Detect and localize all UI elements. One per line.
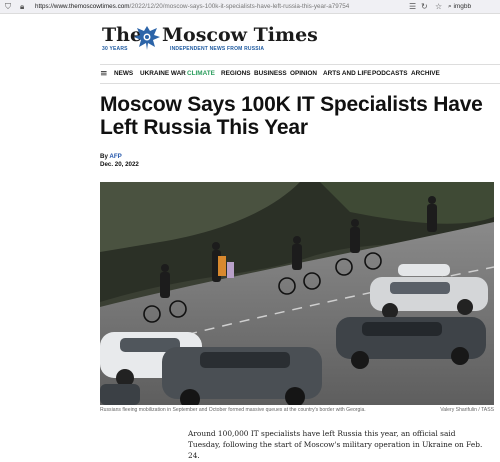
search-icon: ⌕ bbox=[448, 2, 452, 10]
nav-item-ukraine-war[interactable]: UKRAINE WAR bbox=[140, 65, 186, 83]
reader-view-icon[interactable]: ☰ bbox=[409, 1, 416, 12]
hamburger-menu-icon[interactable]: ≡ bbox=[100, 65, 108, 83]
browser-toolbar: ⛉ 🔒︎ https://www.themoscowtimes.com/2022… bbox=[0, 0, 500, 14]
logo-years: 30 YEARS bbox=[102, 46, 128, 52]
main-nav: ≡ NEWS UKRAINE WAR CLIMATE REGIONS BUSIN… bbox=[100, 64, 500, 84]
border-queue-photo bbox=[100, 182, 494, 405]
star-icon[interactable]: ☆ bbox=[435, 1, 442, 12]
logo-name: Moscow Times bbox=[162, 24, 318, 46]
shield-icon[interactable]: ⛉ bbox=[5, 1, 11, 12]
nav-item-opinion[interactable]: OPINION bbox=[290, 65, 317, 83]
nav-item-podcasts[interactable]: PODCASTS bbox=[372, 65, 408, 83]
search-text: imgbb bbox=[453, 3, 472, 10]
article-photo bbox=[100, 182, 494, 405]
address-bar[interactable]: https://www.themoscowtimes.com/2022/12/2… bbox=[35, 0, 349, 13]
byline: By AFP bbox=[100, 153, 122, 160]
publish-date: Dec. 20, 2022 bbox=[100, 161, 139, 168]
lock-icon[interactable]: 🔒︎ bbox=[20, 1, 24, 12]
nav-item-news[interactable]: NEWS bbox=[114, 65, 133, 83]
reload-icon[interactable]: ↻ bbox=[421, 1, 428, 12]
photo-credit: Valery Sharifulin / TASS bbox=[440, 407, 494, 413]
url-path: /2022/12/20/moscow-says-100k-it-speciali… bbox=[129, 3, 350, 10]
nav-item-climate[interactable]: CLIMATE bbox=[187, 65, 215, 83]
author-link[interactable]: AFP bbox=[109, 153, 121, 160]
nav-item-business[interactable]: BUSINESS bbox=[254, 65, 287, 83]
byline-prefix: By bbox=[100, 153, 108, 160]
url-host: https://www.themoscowtimes.com bbox=[35, 3, 130, 10]
nav-item-arts-and-life[interactable]: ARTS AND LIFE bbox=[323, 65, 371, 83]
article-headline: Moscow Says 100K IT Specialists Have Lef… bbox=[100, 93, 483, 139]
nav-item-regions[interactable]: REGIONS bbox=[221, 65, 250, 83]
nav-item-archive[interactable]: ARCHIVE bbox=[411, 65, 440, 83]
article-body-paragraph: Around 100,000 IT specialists have left … bbox=[188, 429, 483, 461]
photo-caption: Russians fleeing mobilization in Septemb… bbox=[100, 407, 366, 413]
eagle-emblem-icon bbox=[134, 26, 160, 50]
logo-tagline: INDEPENDENT NEWS FROM RUSSIA bbox=[170, 46, 265, 52]
search-box[interactable]: ⌕ imgbb bbox=[448, 1, 498, 12]
